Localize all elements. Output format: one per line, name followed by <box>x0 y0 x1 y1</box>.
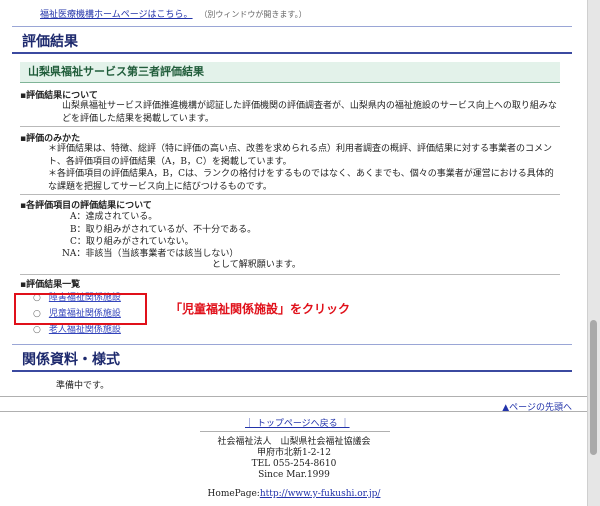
vertical-scrollbar[interactable] <box>587 0 600 506</box>
homepage-label: HomePage: <box>207 489 260 499</box>
divider <box>12 344 572 345</box>
homepage-link[interactable]: http://www.y-fukushi.or.jp/ <box>260 489 381 499</box>
scrollbar-thumb[interactable] <box>590 320 597 455</box>
callout-text: 「児童福祉関係施設」をクリック <box>170 302 351 316</box>
section-related-materials: 関係資料・様式 <box>12 344 572 372</box>
howto-bullet-1: ＊評価結果は、特徴、総評（特に評価の高い点、改善を求められる点）利用者調査の概評… <box>48 144 553 167</box>
new-window-note: （別ウィンドウが開きます。） <box>199 10 307 19</box>
footer-homepage: HomePage:http://www.y-fukushi.or.jp/ <box>0 489 588 500</box>
divider <box>20 194 560 195</box>
top-link-row: 福祉医療機構ホームページはこちら。 （別ウィンドウが開きます。） <box>40 7 307 20</box>
top-page-link[interactable]: ｜ トップページへ戻る ｜ <box>245 419 350 429</box>
circle-bullet-icon: ○ <box>33 325 41 335</box>
divider <box>0 396 588 397</box>
divider <box>0 411 588 412</box>
list-title: ▪評価結果一覧 <box>20 280 81 290</box>
subheading-title: 山梨県福祉サービス第三者評価結果 <box>28 65 204 78</box>
wam-homepage-link[interactable]: 福祉医療機構ホームページはこちら。 <box>40 10 193 20</box>
footer-org: 社会福祉法人 山梨県社会福祉協議会 <box>217 437 371 447</box>
preparing-text: 準備中です。 <box>56 381 110 391</box>
page: 福祉医療機構ホームページはこちら。 （別ウィンドウが開きます。） 評価結果 山梨… <box>0 0 588 506</box>
subheading-bar: 山梨県福祉サービス第三者評価結果 <box>20 62 560 83</box>
top-page-link-row: ｜ トップページへ戻る ｜ <box>245 416 350 429</box>
footer-since: Since Mar.1999 <box>258 470 330 480</box>
section-title: 評価結果 <box>22 34 78 50</box>
divider <box>20 274 560 275</box>
divider <box>200 431 390 432</box>
divider <box>20 126 560 127</box>
footer-tel: TEL 055-254-8610 <box>251 459 337 469</box>
link-elderly-facilities[interactable]: 老人福祉関係施設 <box>49 325 121 335</box>
result-a: A：達成されている。 <box>70 212 158 222</box>
section-evaluation-results: 評価結果 <box>12 26 572 54</box>
howto-bullet-2: ＊各評価項目の評価結果A，B，Cは、ランクの格付けをするものではなく、あくまでも… <box>48 169 554 192</box>
divider <box>12 26 572 27</box>
footer-address: 甲府市北新1-2-12 <box>257 448 331 458</box>
about-text: 山梨県福祉サービス評価推進機構が認証した評価機関の評価調査者が、山梨県内の福祉施… <box>62 101 557 124</box>
highlight-box <box>14 293 147 325</box>
results-title: ▪各評価項目の評価結果について <box>20 201 152 211</box>
section-title: 関係資料・様式 <box>22 352 120 368</box>
result-closing: として解釈願います。 <box>212 260 301 270</box>
